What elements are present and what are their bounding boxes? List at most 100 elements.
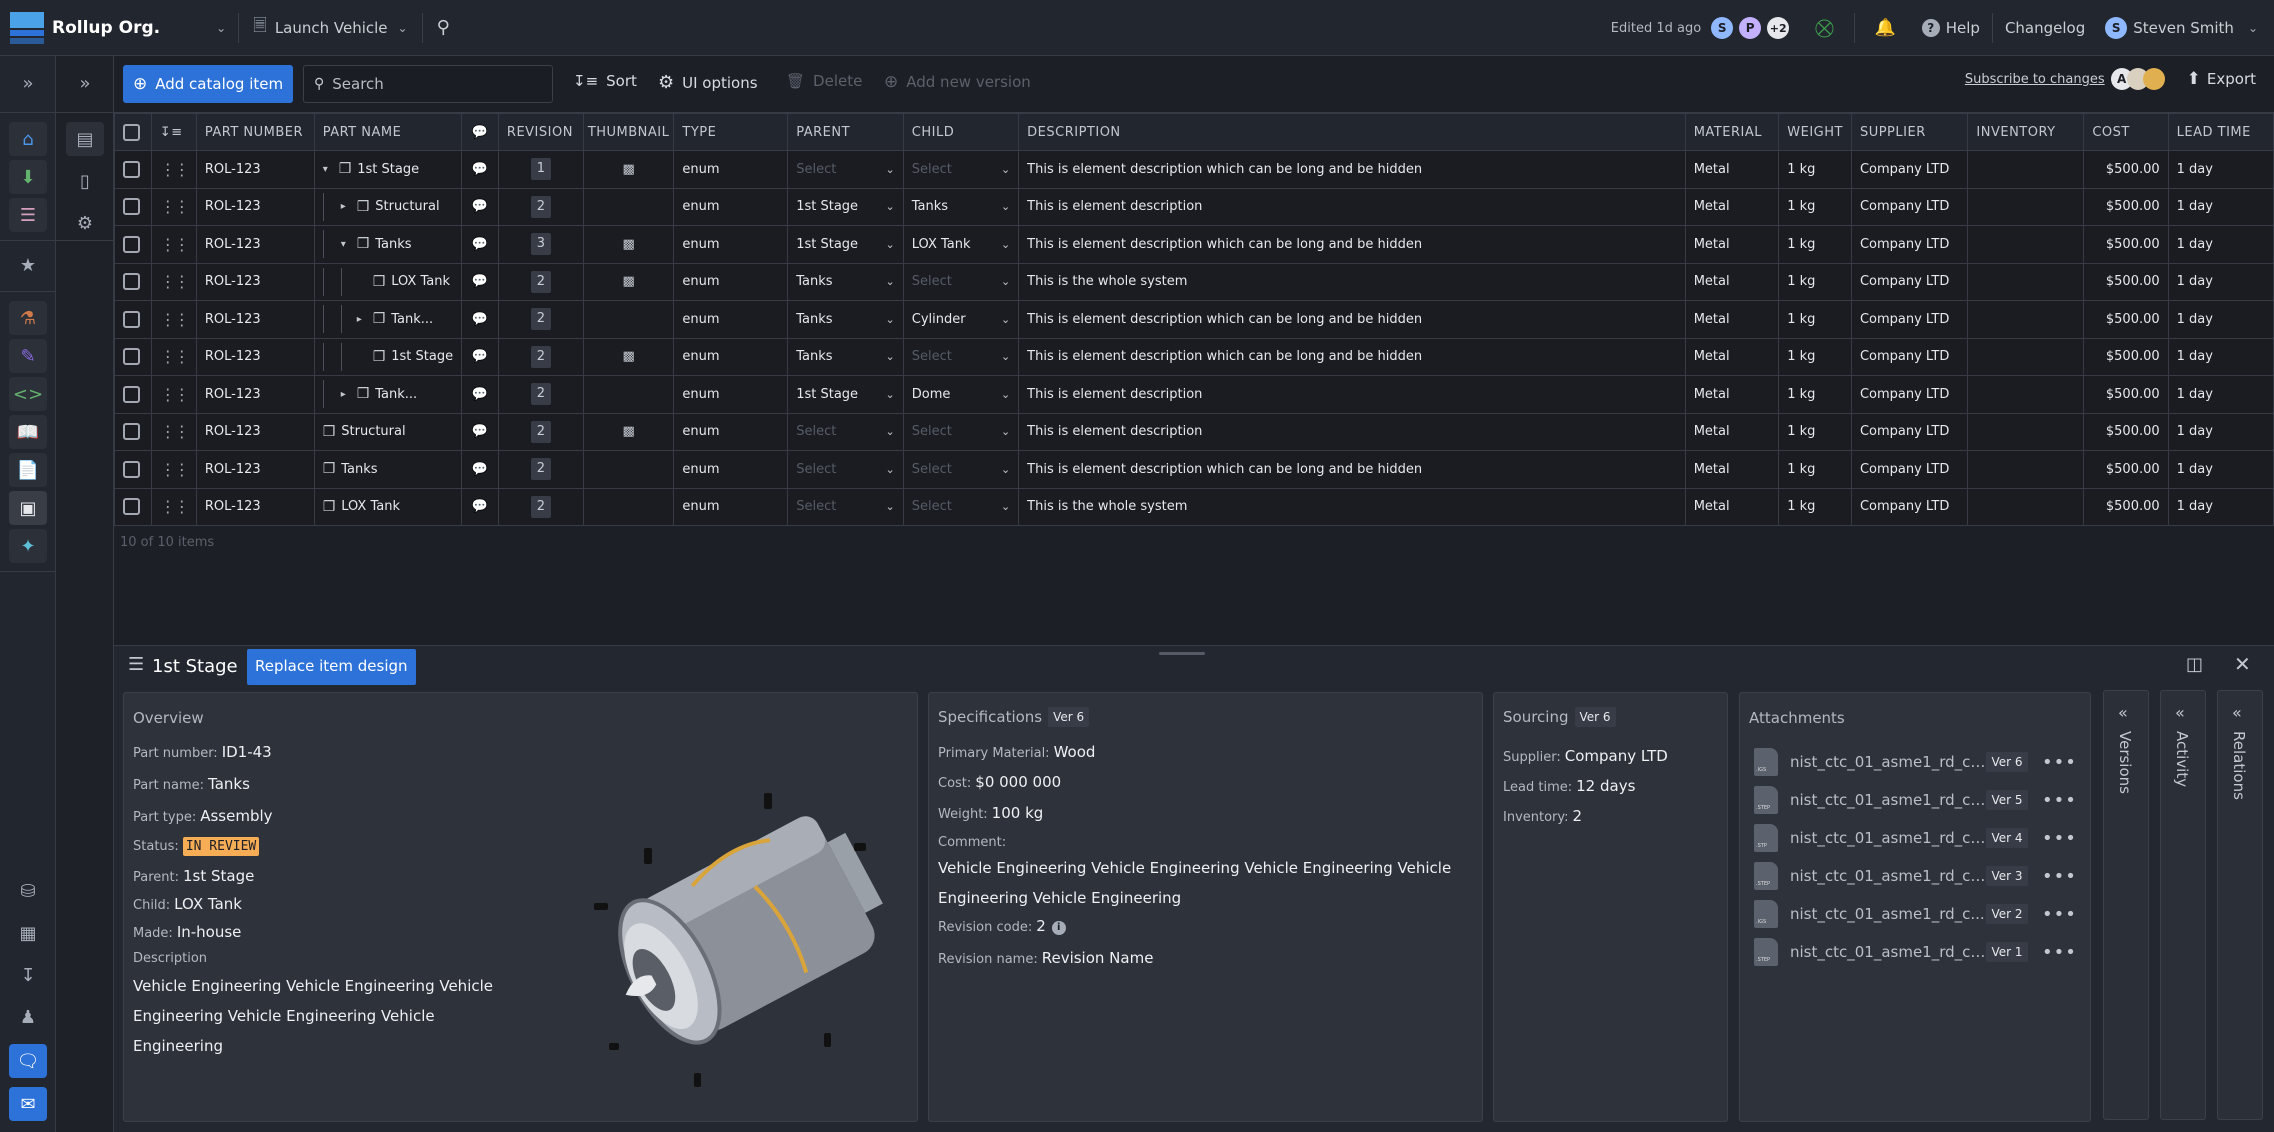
parent-select[interactable]: Tanks ⌄: [796, 349, 895, 364]
parent-cell[interactable]: Select ⌄: [787, 450, 904, 489]
column-header[interactable]: REVISION: [497, 113, 584, 151]
table-row[interactable]: ⋮⋮ ROL-123 ❒ 1st Stage 💬 2 ▩ enum Tanks ⌄ …: [114, 337, 2274, 376]
type-cell[interactable]: enum: [673, 225, 789, 264]
part-name-cell[interactable]: ▾ ❒ 1st Stage: [313, 150, 463, 189]
comment-icon[interactable]: 💬: [461, 225, 499, 264]
child-select[interactable]: Select ⌄: [912, 499, 1010, 514]
part-name-cell[interactable]: ❒ 1st Stage: [313, 337, 463, 376]
select-all-checkbox[interactable]: [114, 113, 152, 151]
comment-icon[interactable]: 💬: [461, 487, 499, 526]
row-checkbox[interactable]: [114, 337, 152, 376]
project-chevron-down-icon[interactable]: ⌄: [398, 21, 408, 35]
attachment-name[interactable]: nist_ctc_01_asme1_rd_ct...: [1790, 829, 1986, 847]
weight-cell[interactable]: 1 kg: [1778, 337, 1852, 376]
table-row[interactable]: ⋮⋮ ROL-123 ▾ ❒ Tanks 💬 3 ▩ enum 1st Stage ⌄…: [114, 225, 2274, 264]
chat-icon[interactable]: 🗨: [9, 1044, 47, 1078]
home-icon[interactable]: ⌂: [9, 122, 47, 156]
part-name-cell[interactable]: ▸ ❒ Tank...: [313, 300, 463, 339]
child-cell[interactable]: Cylinder ⌄: [902, 300, 1020, 339]
expand-sidebar-icon[interactable]: »: [9, 66, 47, 100]
drag-handle-icon[interactable]: ⋮⋮: [150, 487, 197, 526]
comment-icon[interactable]: 💬: [461, 262, 499, 301]
close-icon[interactable]: ✕: [2234, 652, 2251, 676]
child-cell[interactable]: LOX Tank ⌄: [902, 225, 1020, 264]
weight-cell[interactable]: 1 kg: [1778, 262, 1852, 301]
lead-time-cell[interactable]: 1 day: [2167, 450, 2274, 489]
part-number-cell[interactable]: ROL-123: [195, 337, 315, 376]
comments-column-icon[interactable]: 💬: [461, 113, 499, 151]
child-cell[interactable]: Select ⌄: [902, 150, 1020, 189]
more-options-icon[interactable]: •••: [2042, 828, 2077, 849]
table-row[interactable]: ⋮⋮ ROL-123 ▸ ❒ Tank... 💬 2 enum Tanks ⌄ Cyl…: [114, 300, 2274, 339]
child-cell[interactable]: Select ⌄: [902, 487, 1020, 526]
inventory-cell[interactable]: [1967, 337, 2085, 376]
thumbnail-cell[interactable]: ▩: [582, 262, 675, 301]
parent-select[interactable]: Select ⌄: [796, 462, 895, 477]
column-header[interactable]: THUMBNAIL: [582, 113, 675, 151]
supplier-cell[interactable]: Company LTD: [1850, 450, 1969, 489]
part-number-cell[interactable]: ROL-123: [195, 412, 315, 451]
cost-cell[interactable]: $500.00: [2083, 187, 2169, 226]
weight-cell[interactable]: 1 kg: [1778, 150, 1852, 189]
org-name[interactable]: Rollup Org.: [52, 18, 160, 38]
supplier-cell[interactable]: Company LTD: [1850, 412, 1969, 451]
attachment-name[interactable]: nist_ctc_01_asme1_rd_ct...: [1790, 791, 1986, 809]
child-select[interactable]: Cylinder ⌄: [912, 312, 1010, 327]
child-cell[interactable]: Select ⌄: [902, 262, 1020, 301]
part-number-cell[interactable]: ROL-123: [195, 450, 315, 489]
column-header[interactable]: MATERIAL: [1684, 113, 1780, 151]
row-checkbox[interactable]: [114, 450, 152, 489]
attachment-name[interactable]: nist_ctc_01_asme1_rd_ct...: [1790, 753, 1986, 771]
parent-cell[interactable]: Select ⌄: [787, 412, 904, 451]
comment-icon[interactable]: 💬: [461, 375, 499, 414]
subscribe-link[interactable]: Subscribe to changes: [1965, 72, 2105, 87]
attachment-name[interactable]: nist_ctc_01_asme1_rd_ct...: [1790, 867, 1986, 885]
parent-cell[interactable]: Tanks ⌄: [787, 300, 904, 339]
archive-icon[interactable]: ▤: [66, 122, 104, 156]
drag-handle-icon[interactable]: ⋮⋮: [150, 375, 197, 414]
child-select[interactable]: Select ⌄: [912, 349, 1010, 364]
column-header[interactable]: PART NAME: [313, 113, 463, 151]
image-icon[interactable]: ▩: [622, 162, 634, 177]
thumbnail-cell[interactable]: [582, 300, 675, 339]
thumbnail-cell[interactable]: ▩: [582, 337, 675, 376]
comment-icon[interactable]: 💬: [461, 187, 499, 226]
supplier-cell[interactable]: Company LTD: [1850, 375, 1969, 414]
drag-handle-icon[interactable]: ⋮⋮: [150, 225, 197, 264]
comment-icon[interactable]: 💬: [461, 300, 499, 339]
description-cell[interactable]: This is element description which can be…: [1018, 337, 1686, 376]
type-cell[interactable]: enum: [673, 375, 789, 414]
table-row[interactable]: ⋮⋮ ROL-123 ❒ LOX Tank 💬 2 ▩ enum Tanks ⌄ S…: [114, 262, 2274, 301]
changelog-link[interactable]: Changelog: [2005, 19, 2085, 37]
inventory-cell[interactable]: [1967, 412, 2085, 451]
table-row[interactable]: ⋮⋮ ROL-123 ❒ Tanks 💬 2 enum Select ⌄ Selec…: [114, 450, 2274, 489]
inventory-cell[interactable]: [1967, 187, 2085, 226]
tree-toggle-icon[interactable]: ▸: [357, 314, 367, 325]
cost-coins-icon[interactable]: ⛒: [1815, 18, 1833, 39]
resize-handle[interactable]: [1159, 652, 1205, 655]
child-cell[interactable]: Select ⌄: [902, 337, 1020, 376]
code-icon[interactable]: <>: [9, 377, 47, 411]
parent-select[interactable]: Select ⌄: [796, 162, 895, 177]
attachment-item[interactable]: .IGS nist_ctc_01_asme1_rd_c... Ver 2 •••: [1754, 897, 2077, 931]
add-catalog-item-button[interactable]: ⊕ Add catalog item: [123, 65, 294, 103]
inventory-cell[interactable]: [1967, 487, 2085, 526]
inventory-cell[interactable]: [1967, 262, 2085, 301]
weight-cell[interactable]: 1 kg: [1778, 375, 1852, 414]
table-row[interactable]: ⋮⋮ ROL-123 ▸ ❒ Tank... 💬 2 enum 1st Stage ⌄…: [114, 375, 2274, 414]
material-cell[interactable]: Metal: [1684, 412, 1780, 451]
tree-toggle-icon[interactable]: ▾: [323, 164, 333, 175]
catalog-icon[interactable]: ▣: [9, 491, 47, 525]
thumbnail-cell[interactable]: ▩: [582, 412, 675, 451]
cost-cell[interactable]: $500.00: [2083, 375, 2169, 414]
description-cell[interactable]: This is element description: [1018, 412, 1686, 451]
description-cell[interactable]: This is element description: [1018, 187, 1686, 226]
ui-options-button[interactable]: ⚙ UI options: [658, 72, 758, 93]
parent-select[interactable]: Tanks ⌄: [796, 312, 895, 327]
expand-panel-icon[interactable]: »: [66, 66, 104, 100]
description-cell[interactable]: This is the whole system: [1018, 487, 1686, 526]
type-cell[interactable]: enum: [673, 300, 789, 339]
lead-time-cell[interactable]: 1 day: [2167, 487, 2274, 526]
thumbnail-cell[interactable]: ▩: [582, 150, 675, 189]
part-name-cell[interactable]: ▾ ❒ Tanks: [313, 225, 463, 264]
